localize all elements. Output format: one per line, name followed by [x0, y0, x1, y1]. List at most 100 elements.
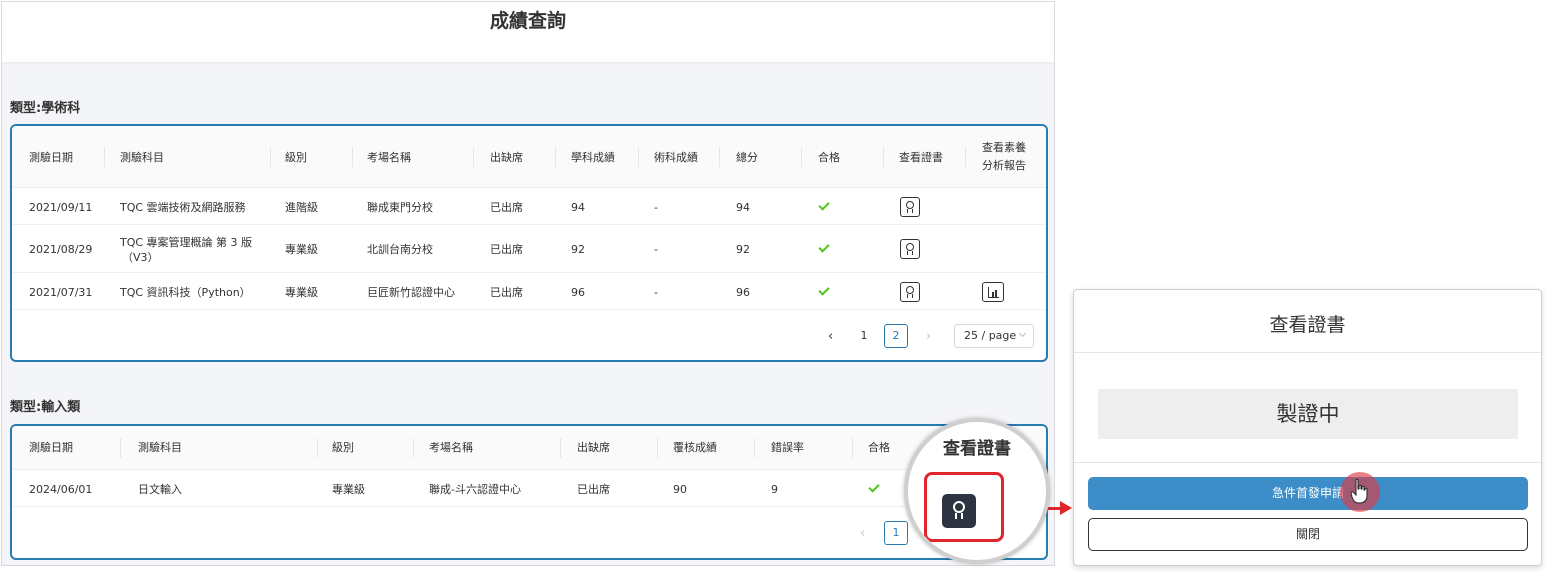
view-certificate-button[interactable]	[900, 282, 920, 302]
check-icon	[868, 481, 880, 493]
column-divider	[965, 147, 966, 167]
column-divider	[852, 438, 853, 458]
magnified-column-label: 查看證書	[943, 439, 1011, 459]
cell-written: 92	[571, 243, 585, 256]
column-divider	[883, 147, 884, 167]
th-date: 測驗日期	[29, 441, 73, 454]
cell-practical: -	[654, 243, 658, 256]
screenshot-root: 成績查詢 類型:學術科 測驗日期 測驗科目 級別 考場名稱 出缺席 學科成績 術…	[0, 0, 1552, 575]
th-total: 總分	[736, 151, 758, 164]
th-practical: 術科成績	[654, 151, 698, 164]
cell-attendance: 已出席	[490, 286, 523, 299]
modal-title: 查看證書	[1269, 314, 1346, 336]
pagination-next[interactable]: ›	[926, 329, 931, 344]
cell-level: 進階級	[285, 201, 318, 214]
cell-date: 2021/08/29	[29, 243, 93, 256]
column-divider	[413, 438, 414, 458]
certificate-icon	[906, 201, 914, 209]
column-divider	[657, 438, 658, 458]
divider	[1074, 352, 1541, 353]
chevron-down-icon	[1018, 329, 1027, 338]
score-query-panel: 成績查詢 類型:學術科 測驗日期 測驗科目 級別 考場名稱 出缺席 學科成績 術…	[1, 1, 1055, 566]
certificate-icon	[953, 501, 965, 513]
cell-attendance: 已出席	[490, 201, 523, 214]
certificate-icon	[906, 243, 914, 251]
cell-subject: TQC 專案管理概論 第 3 版	[120, 236, 253, 249]
th-level: 級別	[332, 441, 354, 454]
cell-attendance: 已出席	[577, 483, 610, 496]
page-size-select[interactable]: 25 / page	[954, 324, 1034, 348]
cell-subject: 日文輸入	[138, 483, 182, 496]
table-row: 2024/06/01 日文輸入 專業級 聯成-斗六認證中心 已出席 90 9	[12, 470, 1046, 507]
column-divider	[317, 438, 318, 458]
cell-total: 94	[736, 201, 750, 214]
pagination-page-1[interactable]: 1	[884, 521, 908, 545]
cell-written: 94	[571, 201, 585, 214]
cell-practical: -	[654, 286, 658, 299]
cell-practical: -	[654, 201, 658, 214]
th-certificate: 查看證書	[899, 151, 943, 164]
th-attendance: 出缺席	[490, 151, 523, 164]
th-venue: 考場名稱	[429, 441, 473, 454]
zoom-magnifier: 查看證書	[904, 418, 1050, 564]
column-divider	[352, 147, 353, 167]
cell-level: 專業級	[332, 483, 365, 496]
academic-table-card: 測驗日期 測驗科目 級別 考場名稱 出缺席 學科成績 術科成績 總分 合格 查看…	[10, 124, 1048, 362]
table-row: 2021/09/11 TQC 雲端技術及網路服務 進階級 聯成東門分校 已出席 …	[12, 188, 1046, 225]
column-divider	[801, 147, 802, 167]
th-written: 學科成績	[571, 151, 615, 164]
cell-subject-line2: （V3）	[122, 251, 159, 264]
pagination-page-2[interactable]: 2	[884, 324, 908, 348]
cell-review-score: 90	[673, 483, 687, 496]
certificate-status: 製證中	[1098, 389, 1518, 439]
cell-level: 專業級	[285, 243, 318, 256]
view-report-button[interactable]	[982, 282, 1004, 302]
section-title-typing: 類型:輸入類	[10, 400, 81, 415]
th-subject: 測驗科目	[120, 151, 164, 164]
view-certificate-button-magnified[interactable]	[942, 494, 976, 528]
th-level: 級別	[285, 151, 307, 164]
th-date: 測驗日期	[29, 151, 73, 164]
divider	[1074, 462, 1541, 463]
th-pass: 合格	[868, 441, 890, 454]
view-certificate-modal: 查看證書 製證中 急件首發申請 關閉	[1073, 289, 1542, 566]
column-divider	[560, 438, 561, 458]
cell-venue: 巨匠新竹認證中心	[367, 286, 455, 299]
table-header: 測驗日期 測驗科目 級別 考場名稱 出缺席 覆核成績 錯誤率 合格	[12, 426, 1046, 470]
section-title-academic: 類型:學術科	[10, 101, 81, 116]
column-divider	[120, 438, 121, 458]
cell-error-rate: 9	[771, 483, 778, 496]
column-divider	[638, 147, 639, 167]
pagination-prev[interactable]: ‹	[828, 329, 833, 344]
page-header: 成績查詢	[2, 2, 1054, 62]
certificate-icon	[906, 286, 914, 294]
column-divider	[270, 147, 271, 167]
cell-date: 2021/07/31	[29, 286, 93, 299]
cell-venue: 聯成-斗六認證中心	[429, 483, 521, 496]
hand-cursor-icon	[1350, 478, 1368, 504]
column-divider	[104, 147, 105, 167]
table-row: 2021/07/31 TQC 資訊科技（Python） 專業級 巨匠新竹認證中心…	[12, 273, 1046, 310]
column-divider	[473, 147, 474, 167]
close-button[interactable]: 關閉	[1088, 518, 1528, 551]
th-attendance: 出缺席	[577, 441, 610, 454]
column-divider	[555, 147, 556, 167]
cell-written: 96	[571, 286, 585, 299]
callout-arrow-head	[1060, 501, 1072, 515]
cell-total: 96	[736, 286, 750, 299]
page-size-value: 25 / page	[964, 329, 1017, 342]
column-divider	[719, 147, 720, 167]
cell-venue: 聯成東門分校	[367, 201, 433, 214]
urgent-issue-button[interactable]: 急件首發申請	[1088, 477, 1528, 510]
cell-total: 92	[736, 243, 750, 256]
view-certificate-button[interactable]	[900, 197, 920, 217]
bar-chart-icon	[988, 287, 999, 298]
column-divider	[754, 438, 755, 458]
page-title: 成績查詢	[489, 10, 566, 32]
pagination-prev[interactable]: ‹	[860, 526, 865, 541]
table-header: 測驗日期 測驗科目 級別 考場名稱 出缺席 學科成績 術科成績 總分 合格 查看…	[12, 126, 1046, 188]
pagination-page-1[interactable]: 1	[852, 324, 876, 348]
table-row: 2021/08/29 TQC 專案管理概論 第 3 版 （V3） 專業級 北訓台…	[12, 225, 1046, 273]
cell-date: 2024/06/01	[29, 483, 93, 496]
view-certificate-button[interactable]	[900, 239, 920, 259]
